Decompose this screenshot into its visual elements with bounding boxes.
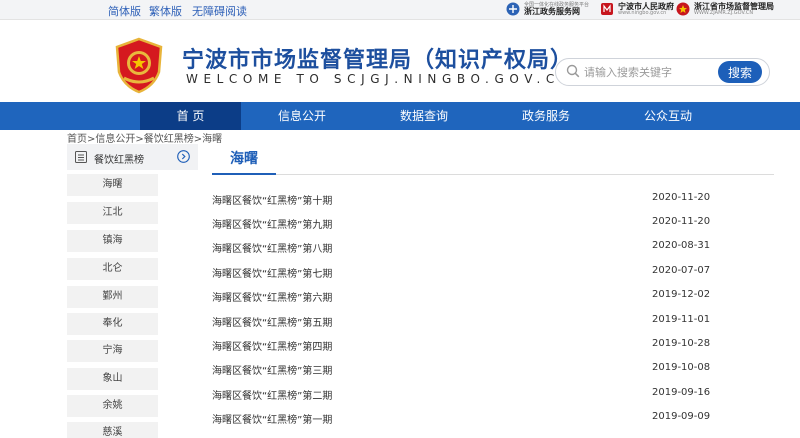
tab-divider [212,174,774,175]
sidebar-item-yuyao[interactable]: 余姚 [67,395,158,417]
search-input[interactable] [584,62,712,82]
list-item-date: 2019-09-16 [652,387,711,398]
list-item-title[interactable]: 海曙区餐饮“红黑榜”第四期 [212,338,332,353]
list-item-title[interactable]: 海曙区餐饮“红黑榜”第三期 [212,362,332,377]
chevron-right-circle-icon[interactable] [177,150,190,163]
ningbo-gov-link[interactable]: 宁波市人民政府 www.ningbo.gov.cn [600,2,674,16]
list-item-date: 2019-10-28 [652,338,711,349]
list-item: 海曙区餐饮“红黑榜”第六期 2019-12-02 [212,287,712,305]
list-item-title[interactable]: 海曙区餐饮“红黑榜”第十期 [212,192,332,207]
list-item-title[interactable]: 海曙区餐饮“红黑榜”第八期 [212,240,332,255]
nav-item-home[interactable]: 首 页 [140,102,241,130]
list-item-date: 2019-12-02 [652,289,711,300]
zj-amr-url: WWW.ZJAMR.ZJ.GOV.CN [694,9,754,16]
list-item: 海曙区餐饮“红黑榜”第九期 2020-11-20 [212,214,712,232]
list-item-date: 2020-07-07 [652,265,711,276]
list-item: 海曙区餐饮“红黑榜”第二期 2019-09-16 [212,385,712,403]
accessible-reading-link[interactable]: 无障碍阅读 [192,3,247,19]
sidebar-title: 餐饮红黑榜 [94,155,144,166]
list-item-date: 2019-11-01 [652,314,711,325]
list-item: 海曙区餐饮“红黑榜”第十期 2020-11-20 [212,190,712,208]
list-item: 海曙区餐饮“红黑榜”第一期 2019-09-09 [212,409,712,427]
list-item: 海曙区餐饮“红黑榜”第三期 2019-10-08 [212,360,712,378]
list-item-title[interactable]: 海曙区餐饮“红黑榜”第六期 [212,289,332,304]
list-icon [75,151,87,163]
list-item: 海曙区餐饮“红黑榜”第四期 2019-10-28 [212,336,712,354]
list-item-date: 2020-08-31 [652,240,711,251]
sidebar-header: 餐饮红黑榜 [67,144,198,170]
zj-service-logo-icon [506,2,520,16]
zj-service-name: 浙江政务服务网 [524,6,580,16]
sidebar-item-haishu[interactable]: 海曙 [67,174,158,196]
list-item: 海曙区餐饮“红黑榜”第五期 2019-11-01 [212,312,712,330]
nav-item-info-disclosure[interactable]: 信息公开 [253,102,351,130]
list-item-date: 2019-10-08 [652,362,711,373]
sidebar-item-fenghua[interactable]: 奉化 [67,313,158,335]
emblem-logo [115,37,163,94]
list-item-title[interactable]: 海曙区餐饮“红黑榜”第一期 [212,411,332,426]
list-item-title[interactable]: 海曙区餐饮“红黑榜”第九期 [212,216,332,231]
ningbo-gov-url: www.ningbo.gov.cn [618,9,667,16]
main-nav: 首 页 信息公开 数据查询 政务服务 公众互动 [0,102,800,130]
zj-gov-service-link[interactable]: 全国一体化在线政务服务平台 浙江政务服务网 [506,2,589,16]
ningbo-gov-logo-icon [601,3,613,15]
list-item: 海曙区餐饮“红黑榜”第七期 2020-07-07 [212,263,712,281]
list-item-title[interactable]: 海曙区餐饮“红黑榜”第七期 [212,265,332,280]
breadcrumb[interactable]: 首页>信息公开>餐饮红黑榜>海曙 [67,130,222,145]
traditional-version-link[interactable]: 繁体版 [149,3,182,19]
tab-haishu[interactable]: 海曙 [212,148,276,175]
site-title: 宁波市市场监督管理局（知识产权局） [182,48,574,73]
site-subtitle: WELCOME TO SCJGJ.NINGBO.GOV.CN [186,72,575,86]
search-icon [566,64,580,78]
nav-item-public-interaction[interactable]: 公众互动 [619,102,717,130]
search-button[interactable]: 搜索 [718,61,762,83]
top-utility-bar: 简体版 繁体版 无障碍阅读 全国一体化在线政务服务平台 浙江政务服务网 宁波市人… [0,0,800,20]
sidebar-item-ninghai[interactable]: 宁海 [67,340,158,362]
zj-amr-link[interactable]: 浙江省市场监督管理局 WWW.ZJAMR.ZJ.GOV.CN [676,2,774,16]
sidebar-item-xiangshan[interactable]: 象山 [67,368,158,390]
list-item-date: 2020-11-20 [652,216,711,227]
sidebar-item-beilun[interactable]: 北仑 [67,258,158,280]
list-item-date: 2020-11-20 [652,192,711,203]
list-item-title[interactable]: 海曙区餐饮“红黑榜”第二期 [212,387,332,402]
nav-item-data-query[interactable]: 数据查询 [375,102,473,130]
sidebar-item-cixi[interactable]: 慈溪 [67,422,158,438]
list-item: 海曙区餐饮“红黑榜”第八期 2020-08-31 [212,238,712,256]
sidebar-item-zhenhai[interactable]: 镇海 [67,230,158,252]
nav-item-gov-services[interactable]: 政务服务 [497,102,595,130]
sidebar-item-yinzhou[interactable]: 鄞州 [67,286,158,308]
zj-amr-logo-icon [676,2,690,16]
list-item-date: 2019-09-09 [652,411,711,422]
list-item-title[interactable]: 海曙区餐饮“红黑榜”第五期 [212,314,332,329]
simplified-version-link[interactable]: 简体版 [108,3,141,19]
sidebar-item-jiangbei[interactable]: 江北 [67,202,158,224]
